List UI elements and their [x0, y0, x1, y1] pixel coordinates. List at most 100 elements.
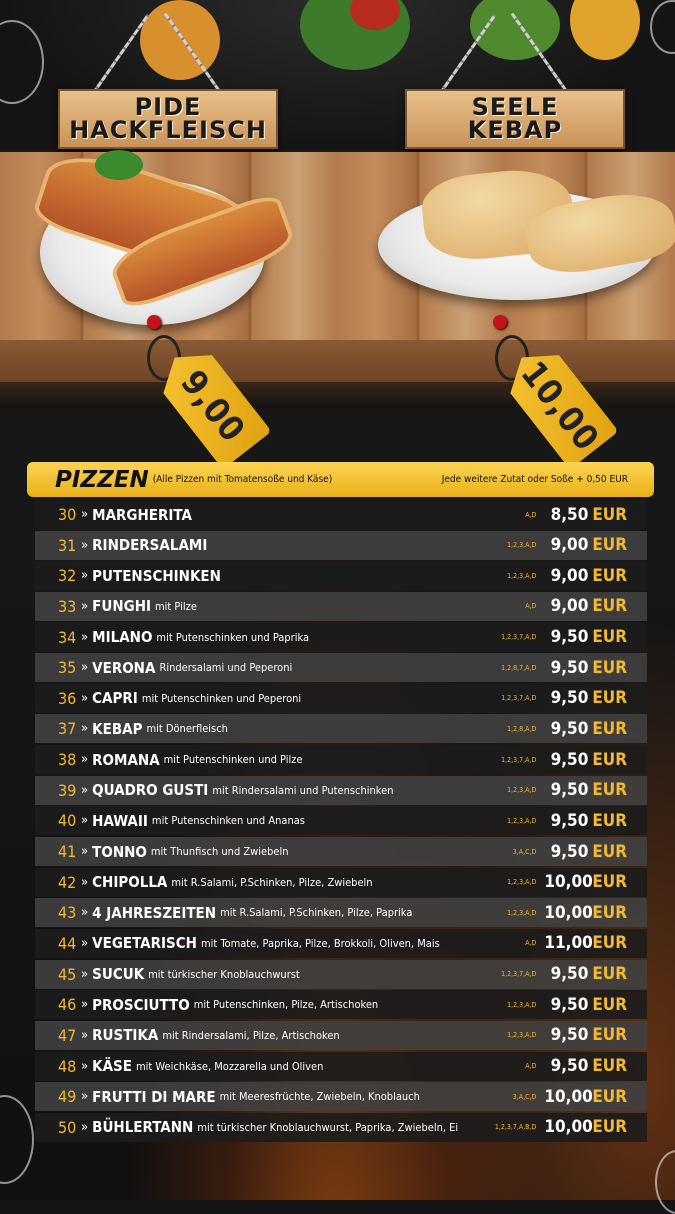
menu-item-name: KEBAP	[92, 719, 143, 738]
menu-item-allergens: 1,2,3,A,D	[507, 908, 537, 917]
menu-item-currency: EUR	[592, 933, 627, 954]
menu-item-arrow: »	[81, 905, 89, 921]
menu-item-arrow: »	[81, 1119, 89, 1135]
menu-item-currency: EUR	[592, 749, 627, 770]
menu-item-price: 9,50	[550, 841, 589, 862]
section-title: PIZZEN	[55, 466, 149, 493]
menu-item-row: 42» CHIPOLLA mit R.Salami, P.Schinken, Pil…	[35, 867, 647, 897]
menu-item-name: QUADRO GUSTI	[92, 781, 209, 800]
menu-item-name: MILANO	[92, 628, 153, 647]
menu-item-arrow: »	[81, 1058, 89, 1074]
menu-item-row: 44» VEGETARISCH mit Tomate, Paprika, Pilze…	[35, 928, 647, 958]
menu-item-description: mit Rindersalami und Putenschinken	[212, 783, 394, 797]
menu-item-allergens: 1,2,3,A,D	[507, 786, 537, 795]
menu-item-allergens: 1,2,8,7,A,D	[501, 663, 537, 672]
menu-item-number: 34	[58, 627, 77, 647]
menu-item-number: 47	[58, 1025, 77, 1045]
menu-item-name: ROMANA	[92, 750, 160, 769]
menu-item-name: VERONA	[92, 658, 156, 677]
menu-item-allergens: A,D	[525, 1062, 537, 1071]
doodle-icon	[650, 0, 675, 54]
menu-item-allergens: 1,2,3,7,A,B,D	[494, 1123, 537, 1132]
menu-item-description: mit Putenschinken, Pilze, Artischoken	[193, 998, 379, 1012]
menu-item-currency: EUR	[592, 872, 627, 893]
menu-item-price: 9,50	[550, 718, 589, 739]
menu-item-number: 46	[58, 995, 77, 1015]
menu-item-number: 49	[58, 1087, 77, 1107]
menu-item-currency: EUR	[592, 718, 627, 739]
menu-item-description: mit Putenschinken und Ananas	[151, 814, 305, 828]
menu-item-row: 49» FRUTTI DI MARE mit Meeresfrüchte, Zwie…	[35, 1082, 647, 1112]
menu-item-name: BÜHLERTANN	[92, 1118, 194, 1137]
menu-item-price: 9,50	[550, 810, 589, 831]
menu-item-row: 31» RINDERSALAMI 1,2,3,A,D 9,00 EUR	[35, 530, 647, 560]
menu-item-allergens: 1,2,3,A,D	[507, 1031, 537, 1040]
menu-item-price: 9,50	[550, 657, 589, 678]
menu-item-currency: EUR	[592, 780, 627, 801]
menu-item-price: 9,50	[550, 688, 589, 709]
menu-item-price: 10,00	[544, 1086, 593, 1107]
menu-item-arrow: »	[81, 844, 89, 860]
menu-item-price: 9,50	[550, 627, 589, 648]
menu-item-row: 48» KÄSE mit Weichkäse, Mozzarella und Oli…	[35, 1051, 647, 1081]
menu-item-number: 42	[58, 872, 77, 892]
menu-item-name: CHIPOLLA	[92, 873, 168, 892]
menu-item-name: VEGETARISCH	[92, 934, 197, 953]
menu-item-price: 9,00	[550, 535, 589, 556]
menu-item-row: 50» BÜHLERTANN mit türkischer Knoblauchwur…	[35, 1112, 647, 1142]
menu-item-currency: EUR	[592, 596, 627, 617]
menu-item-currency: EUR	[592, 657, 627, 678]
menu-item-arrow: »	[81, 721, 89, 737]
menu-item-description: mit Putenschinken und Paprika	[156, 630, 310, 644]
menu-item-allergens: 1,2,3,A,D	[507, 541, 537, 550]
menu-item-arrow: »	[81, 782, 89, 798]
menu-item-description: mit Thunfisch und Zwiebeln	[150, 845, 289, 859]
menu-item-row: 39» QUADRO GUSTI mit Rindersalami und Pute…	[35, 775, 647, 805]
menu-item-currency: EUR	[592, 902, 627, 923]
menu-item-description: Rindersalami und Peperoni	[159, 661, 293, 675]
menu-item-allergens: 3,A,C,D	[512, 847, 537, 856]
menu-item-currency: EUR	[592, 627, 627, 648]
menu-item-price: 10,00	[544, 902, 593, 923]
menu-item-price: 11,00	[544, 933, 593, 954]
sign-kebap: SEELE KEBAP	[405, 89, 625, 149]
menu-item-number: 30	[58, 505, 77, 524]
menu-item-allergens: A,D	[525, 939, 537, 948]
menu-item-description: mit Meeresfrüchte, Zwiebeln, Knoblauch	[219, 1090, 420, 1104]
menu-item-allergens: 1,2,3,7,A,D	[501, 694, 537, 703]
menu-item-price: 9,50	[550, 780, 589, 801]
parsley-image	[95, 150, 143, 180]
menu-item-number: 41	[58, 842, 77, 862]
menu-item-price: 8,50	[550, 504, 589, 525]
menu-item-price: 9,50	[550, 964, 589, 985]
menu-item-name: FRUTTI DI MARE	[92, 1087, 216, 1106]
menu-item-arrow: »	[81, 935, 89, 951]
menu-item-number: 35	[58, 658, 77, 678]
menu-item-number: 44	[58, 933, 77, 953]
menu-item-currency: EUR	[592, 1117, 627, 1138]
menu-item-currency: EUR	[592, 535, 627, 556]
menu-item-arrow: »	[81, 966, 89, 982]
menu-item-allergens: 1,2,3,A,D	[507, 816, 537, 825]
menu-item-name: 4 JAHRESZEITEN	[92, 903, 217, 922]
menu-item-price: 9,50	[550, 1025, 589, 1046]
menu-item-description: mit türkischer Knoblauchwurst, Paprika, …	[197, 1120, 459, 1134]
menu-item-name: TONNO	[92, 842, 147, 861]
menu-item-name: PUTENSCHINKEN	[92, 566, 221, 585]
menu-item-arrow: »	[81, 1089, 89, 1105]
menu-item-price: 9,50	[550, 1056, 589, 1077]
menu-item-currency: EUR	[592, 841, 627, 862]
menu-item-number: 38	[58, 750, 77, 770]
menu-item-arrow: »	[81, 537, 89, 553]
menu-item-currency: EUR	[592, 565, 627, 586]
menu-item-row: 38» ROMANA mit Putenschinken und Pilze 1,2,…	[35, 745, 647, 775]
menu-item-number: 50	[58, 1117, 77, 1137]
menu-item-row: 32» PUTENSCHINKEN 1,2,3,A,D 9,00 EUR	[35, 561, 647, 591]
menu-item-allergens: 1,2,3,A,D	[507, 571, 537, 580]
menu-item-number: 48	[58, 1056, 77, 1076]
menu-item-arrow: »	[81, 660, 89, 676]
pepper-image	[570, 0, 640, 60]
menu-item-arrow: »	[81, 813, 89, 829]
menu-item-description: mit Weichkäse, Mozzarella und Oliven	[136, 1059, 324, 1073]
menu-item-row: 47» RUSTIKA mit Rindersalami, Pilze, Artis…	[35, 1020, 647, 1050]
